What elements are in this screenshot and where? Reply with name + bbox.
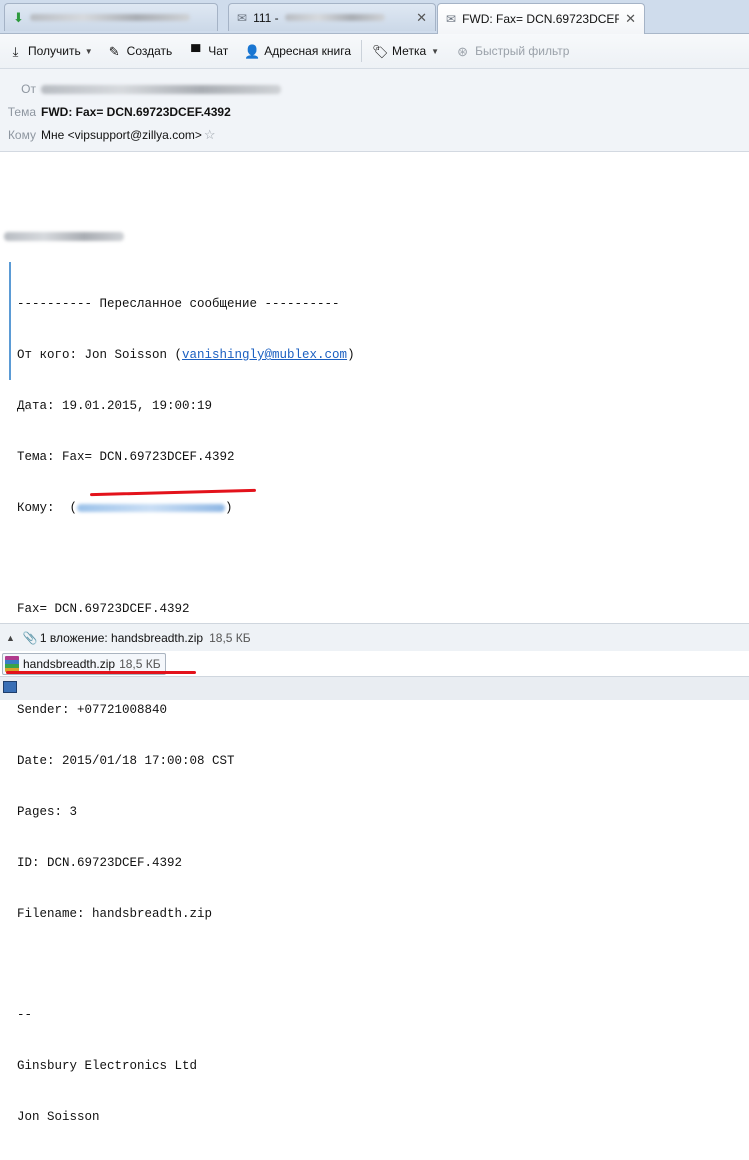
message-body: ---------- Пересланное сообщение -------…: [0, 152, 749, 1124]
attachment-name: handsbreadth.zip: [23, 657, 116, 671]
subject-label: Тема: [7, 105, 36, 119]
greeting-redacted: [4, 232, 124, 241]
fax-line: Fax= DCN.69723DCEF.4392: [17, 602, 190, 616]
pencil-icon: ✎: [108, 43, 120, 59]
to-row: Кому Мне <vipsupport@zillya.com> ☆: [0, 125, 216, 145]
tab-title-redacted: [284, 14, 385, 21]
sender-line: Sender: +07721008840: [17, 703, 168, 717]
attachment-summary[interactable]: 1 вложение: handsbreadth.zip: [40, 631, 203, 645]
tab-inbox[interactable]: ⬇: [4, 3, 218, 31]
recipient-redacted: [77, 503, 226, 512]
filename-line: Filename: handsbreadth.zip: [17, 906, 355, 923]
compose-button[interactable]: ✎ Создать: [99, 39, 181, 63]
tab-current-message[interactable]: ✉ FWD: Fax= DCN.69723DCEF.4392 ✕: [437, 3, 645, 34]
tag-label: Метка: [392, 44, 427, 58]
address-book-button[interactable]: 👤 Адресная книга: [236, 39, 359, 63]
close-icon[interactable]: ✕: [416, 10, 427, 26]
paperclip-icon: 📎: [22, 630, 38, 645]
download-icon: ⬇: [13, 9, 24, 25]
status-bar: [0, 676, 749, 700]
address-book-label: Адресная книга: [264, 44, 352, 58]
envelope-icon: ✉: [446, 12, 457, 26]
to-label: Кому: [7, 128, 36, 142]
attachment-bar: ▲ 📎 1 вложение: handsbreadth.zip 18,5 КБ: [0, 623, 749, 652]
quick-filter-button[interactable]: ⊛ Быстрый фильтр: [447, 39, 577, 63]
star-icon[interactable]: ☆: [204, 127, 216, 143]
from-redacted: [41, 84, 281, 94]
tag-icon: 🏷: [372, 43, 389, 59]
chat-label: Чат: [208, 44, 229, 58]
forward-from-line: От кого: Jon Soisson (vanishingly@mublex…: [17, 347, 355, 364]
tag-button[interactable]: 🏷 Метка ▼: [364, 39, 447, 63]
forward-to-suffix: ): [225, 501, 233, 515]
subject-value: FWD: Fax= DCN.69723DCEF.4392: [41, 105, 231, 119]
highlight-underline: [6, 671, 196, 674]
to-value[interactable]: Мне <vipsupport@zillya.com>: [41, 128, 202, 142]
main-toolbar: ⤓ Получить ▼ ✎ Создать ▀ Чат 👤 Адресная …: [0, 34, 749, 69]
chevron-down-icon[interactable]: ▼: [85, 47, 93, 56]
filter-icon: ⊛: [457, 43, 469, 59]
id-line: ID: DCN.69723DCEF.4392: [17, 856, 183, 870]
filename-prefix: Filename:: [17, 907, 93, 921]
sender-email-link[interactable]: vanishingly@mublex.com: [182, 348, 347, 362]
forward-to-prefix: Кому: (: [17, 501, 78, 515]
chat-button[interactable]: ▀ Чат: [180, 39, 236, 63]
forwarded-block: ---------- Пересланное сообщение -------…: [9, 262, 355, 1124]
attachment-summary-size: 18,5 КБ: [209, 630, 251, 645]
forward-to-line: Кому: (): [17, 500, 355, 517]
forward-from-prefix: От кого: Jon Soisson (: [17, 348, 183, 362]
from-row: От: [0, 79, 281, 99]
tab-title: FWD: Fax= DCN.69723DCEF.4392: [462, 12, 620, 26]
person-icon: 👤: [244, 43, 261, 59]
chat-bubble-icon: ▀: [191, 43, 201, 59]
envelope-icon: ✉: [237, 10, 248, 25]
company-line: Ginsbury Electronics Ltd: [17, 1059, 198, 1073]
toolbar-separator: [361, 40, 363, 62]
from-label: От: [21, 82, 36, 96]
date-line: Date: 2015/01/18 17:00:08 CST: [17, 754, 235, 768]
get-messages-button[interactable]: ⤓ Получить: [0, 39, 89, 63]
message-header: От Тема FWD: Fax= DCN.69723DCEF.4392 Ком…: [0, 69, 749, 152]
forward-date-line: Дата: 19.01.2015, 19:00:19: [17, 399, 213, 413]
close-icon[interactable]: ✕: [625, 11, 636, 27]
chevron-down-icon: ▼: [431, 46, 440, 56]
tab-strip: ⬇ ✉ 111 - ✕ ✉ FWD: Fax= DCN.69723DCEF.43…: [0, 0, 749, 34]
attachment-list: handsbreadth.zip 18,5 КБ: [0, 651, 749, 675]
name-line: Jon Soisson: [17, 1110, 100, 1124]
forward-from-suffix: ): [347, 348, 355, 362]
download-tray-icon: ⤓: [12, 43, 19, 59]
signature-separator: --: [17, 1008, 33, 1022]
connection-icon: [3, 681, 17, 693]
get-messages-label: Получить: [28, 44, 81, 58]
forward-subject-line: Тема: Fax= DCN.69723DCEF.4392: [17, 450, 235, 464]
filename-value: handsbreadth.zip: [92, 907, 213, 921]
expand-toggle-icon[interactable]: ▲: [6, 633, 15, 643]
tab-message-111[interactable]: ✉ 111 - ✕: [228, 3, 436, 31]
archive-icon: [5, 656, 19, 672]
subject-row: Тема FWD: Fax= DCN.69723DCEF.4392: [0, 102, 231, 122]
forward-header-line: ---------- Пересланное сообщение -------…: [17, 297, 340, 311]
attachment-size: 18,5 КБ: [119, 657, 161, 671]
tab-title-redacted: [29, 14, 190, 21]
tab-title: 111 -: [253, 10, 279, 25]
compose-label: Создать: [126, 44, 173, 58]
quick-filter-label: Быстрый фильтр: [475, 44, 570, 58]
pages-line: Pages: 3: [17, 805, 78, 819]
